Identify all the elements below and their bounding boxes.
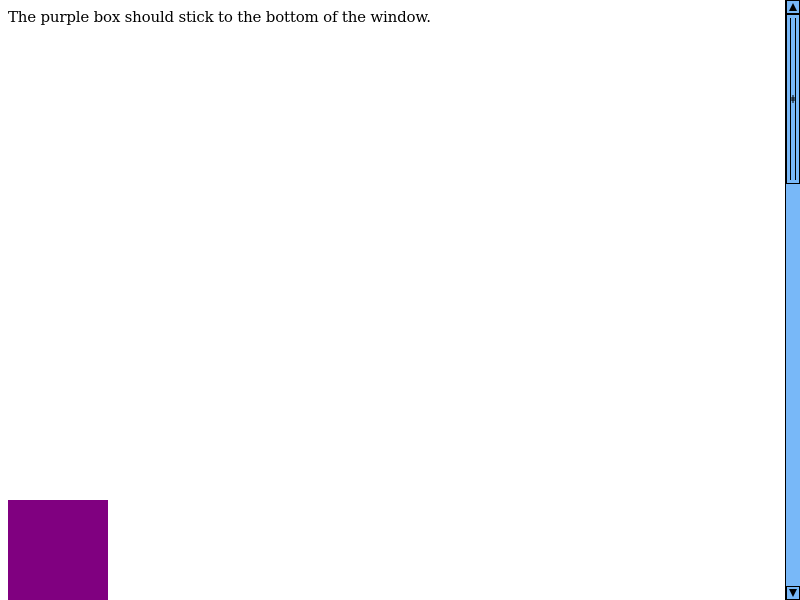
scroll-down-button[interactable] xyxy=(786,586,800,600)
purple-box xyxy=(8,500,108,600)
vertical-scrollbar[interactable] xyxy=(785,0,800,600)
browser-viewport: The purple box should stick to the botto… xyxy=(0,0,800,600)
arrow-down-icon xyxy=(789,589,797,597)
arrow-up-icon xyxy=(789,3,797,11)
scroll-thumb[interactable] xyxy=(786,14,800,184)
grip-icon xyxy=(791,95,795,103)
instruction-text: The purple box should stick to the botto… xyxy=(8,8,431,26)
scroll-up-button[interactable] xyxy=(786,0,800,14)
